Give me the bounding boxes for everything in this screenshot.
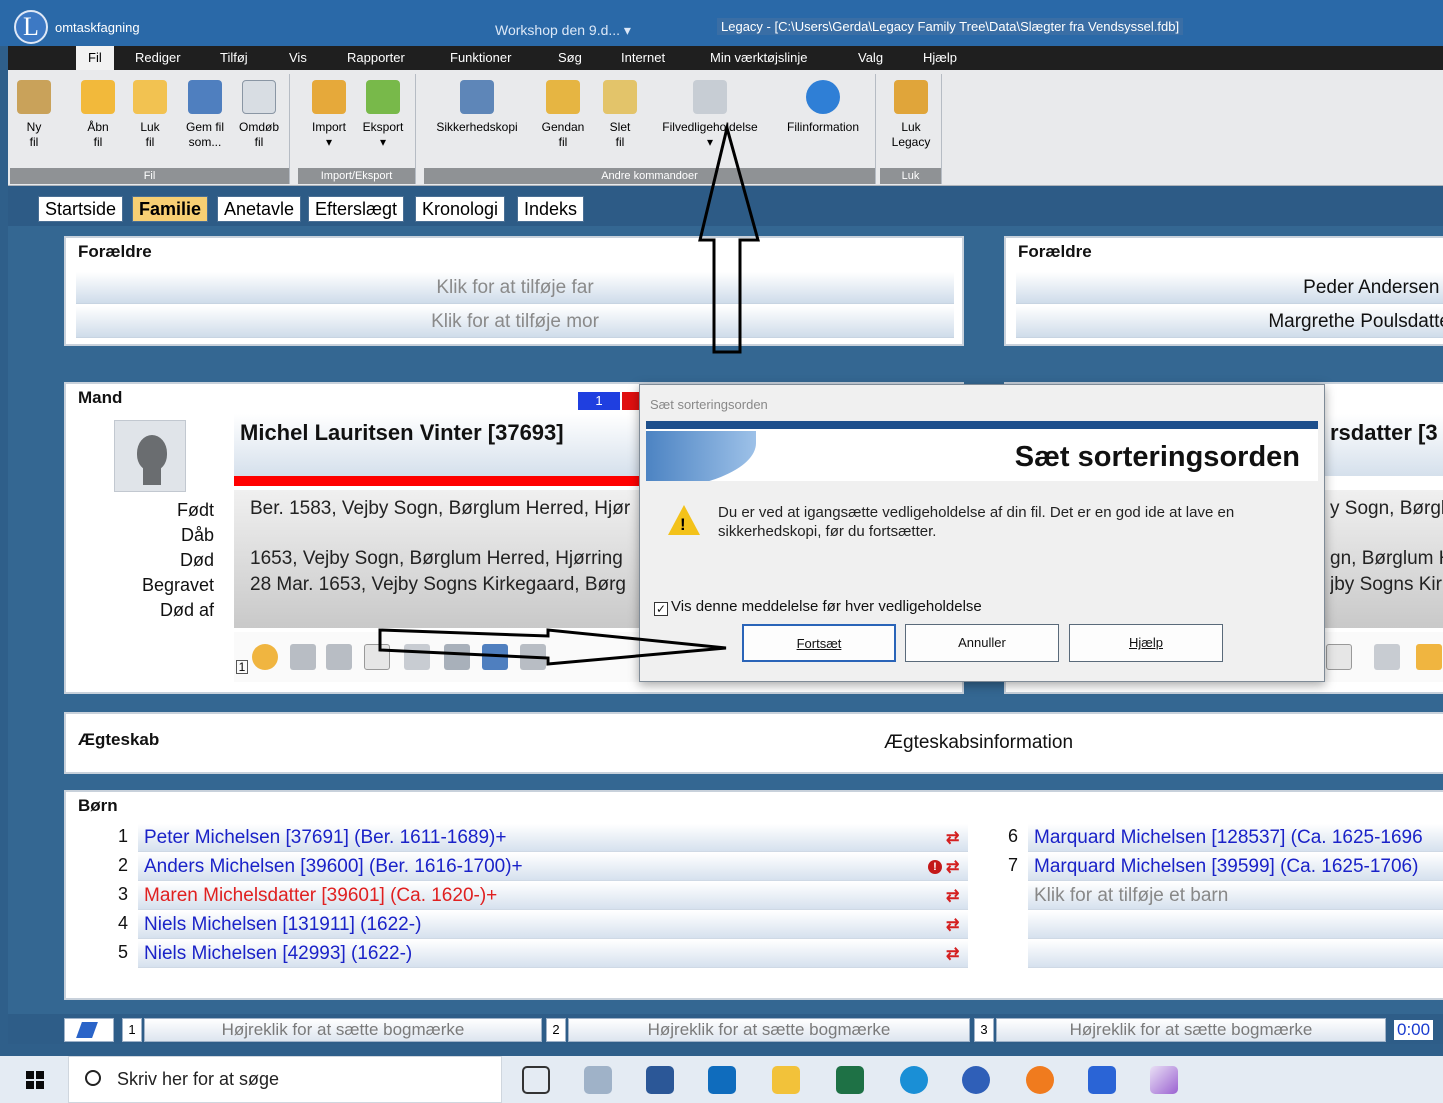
right-arrow-annotation — [378, 628, 727, 666]
annotation-arrows — [378, 122, 760, 666]
up-arrow-annotation — [698, 122, 760, 354]
